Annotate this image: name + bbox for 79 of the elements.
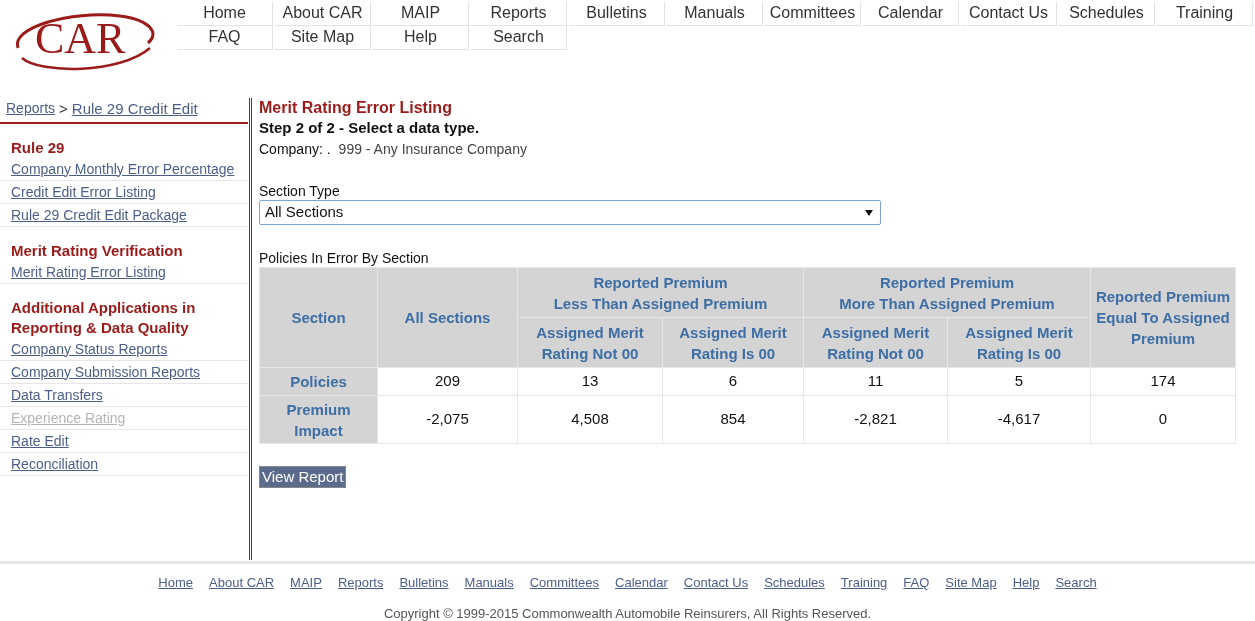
- table-cell: 4,508: [517, 395, 663, 444]
- table-cell: 174: [1090, 367, 1236, 396]
- sidebar-link[interactable]: Rule 29 Credit Edit Package: [11, 204, 187, 225]
- sidebar-link[interactable]: Credit Edit Error Listing: [11, 181, 156, 202]
- nav-link[interactable]: About CAR: [275, 2, 371, 26]
- footer-link[interactable]: Training: [840, 575, 888, 591]
- nav-link[interactable]: Reports: [471, 2, 567, 26]
- column-header: All Sections: [377, 267, 518, 368]
- table-cell: -4,617: [947, 395, 1091, 444]
- footer-link[interactable]: Help: [1012, 575, 1040, 591]
- sidebar-link[interactable]: Data Transfers: [11, 384, 103, 405]
- footer-link[interactable]: MAIP: [290, 575, 322, 591]
- nav-link[interactable]: Bulletins: [569, 2, 665, 26]
- table-cell: 11: [803, 367, 948, 396]
- footer-link[interactable]: Contact Us: [683, 575, 749, 591]
- copyright-text: Copyright © 1999-2015 Commonwealth Automobile Reinsurers, All Rights Reserved.: [383, 605, 872, 621]
- page-title: Merit Rating Error Listing: [259, 98, 453, 118]
- table-cell: 5: [947, 367, 1091, 396]
- nav-link[interactable]: Schedules: [1059, 2, 1155, 26]
- nav-link[interactable]: Home: [177, 2, 273, 26]
- breadcrumb-separator: >: [59, 99, 68, 119]
- table-caption: Policies In Error By Section: [259, 249, 429, 267]
- row-header: Policies: [259, 367, 378, 396]
- nav-link[interactable]: MAIP: [373, 2, 469, 26]
- nav-link[interactable]: Training: [1157, 2, 1253, 26]
- column-group-header: Reported Premium More Than Assigned Premium: [803, 267, 1091, 318]
- field-label: Section Type: [259, 182, 340, 200]
- footer-link[interactable]: Manuals: [464, 575, 514, 591]
- footer-link[interactable]: Site Map: [945, 575, 997, 591]
- sidebar-heading: Rule 29: [11, 137, 66, 158]
- footer-link[interactable]: Reports: [337, 575, 384, 591]
- table-cell: -2,075: [377, 395, 518, 444]
- nav-link[interactable]: FAQ: [177, 26, 273, 50]
- table-cell: 209: [377, 367, 518, 396]
- sidebar-heading: Merit Rating Verification: [11, 240, 184, 261]
- logo-text[interactable]: CAR: [35, 14, 126, 64]
- table-cell: -2,821: [803, 395, 948, 444]
- footer-link[interactable]: Schedules: [764, 575, 825, 591]
- footer-link[interactable]: Calendar: [615, 575, 668, 591]
- sidebar-link[interactable]: Company Submission Reports: [11, 361, 201, 382]
- view-report-button[interactable]: View Report: [259, 466, 347, 488]
- row-header: Premium Impact: [259, 395, 378, 444]
- column-header: Assigned Merit Rating Is 00: [662, 317, 804, 368]
- table-cell: 854: [662, 395, 804, 444]
- column-header: Assigned Merit Rating Is 00: [947, 317, 1091, 368]
- step-heading: Step 2 of 2 - Select a data type.: [259, 118, 481, 138]
- nav-link[interactable]: Manuals: [667, 2, 763, 26]
- column-header: Section: [259, 267, 378, 368]
- table-cell: 6: [662, 367, 804, 396]
- table-cell: 13: [517, 367, 663, 396]
- sidebar-link[interactable]: Merit Rating Error Listing: [11, 261, 166, 282]
- footer-link[interactable]: About CAR: [209, 575, 275, 591]
- column-header: Assigned Merit Rating Not 00: [803, 317, 948, 368]
- column-group-header: Reported Premium Less Than Assigned Premium: [517, 267, 804, 318]
- sidebar-link[interactable]: Rate Edit: [11, 430, 69, 451]
- footer-link[interactable]: Committees: [529, 575, 600, 591]
- section-type-select[interactable]: All Sections: [259, 200, 881, 225]
- sidebar-link[interactable]: Reconciliation: [11, 453, 99, 474]
- nav-link[interactable]: Search: [471, 26, 567, 50]
- breadcrumb-link[interactable]: Rule 29 Credit Edit: [71, 98, 198, 121]
- footer-link[interactable]: Search: [1055, 575, 1097, 591]
- table-cell: 0: [1090, 395, 1236, 444]
- company-value: 999 - Any Insurance Company: [338, 140, 527, 159]
- sidebar-heading: Additional Applications in Reporting & Data Quality: [11, 297, 197, 338]
- breadcrumb-link[interactable]: Reports: [6, 98, 56, 121]
- nav-link[interactable]: Site Map: [275, 26, 371, 50]
- sidebar-link[interactable]: Company Monthly Error Percentage: [11, 158, 235, 179]
- nav-link[interactable]: Contact Us: [961, 2, 1057, 26]
- company-label: Company: .: [259, 140, 331, 159]
- footer-link[interactable]: FAQ: [903, 575, 930, 591]
- dropdown-caret-icon: [865, 209, 873, 216]
- footer-link[interactable]: Home: [158, 575, 194, 591]
- footer-link[interactable]: Bulletins: [399, 575, 449, 591]
- sidebar-link[interactable]: Company Status Reports: [11, 338, 168, 359]
- nav-link[interactable]: Committees: [765, 2, 861, 26]
- nav-link[interactable]: Calendar: [863, 2, 959, 26]
- column-header: Assigned Merit Rating Not 00: [517, 317, 663, 368]
- nav-link[interactable]: Help: [373, 26, 469, 50]
- column-header: Reported Premium Equal To Assigned Premium: [1090, 267, 1236, 368]
